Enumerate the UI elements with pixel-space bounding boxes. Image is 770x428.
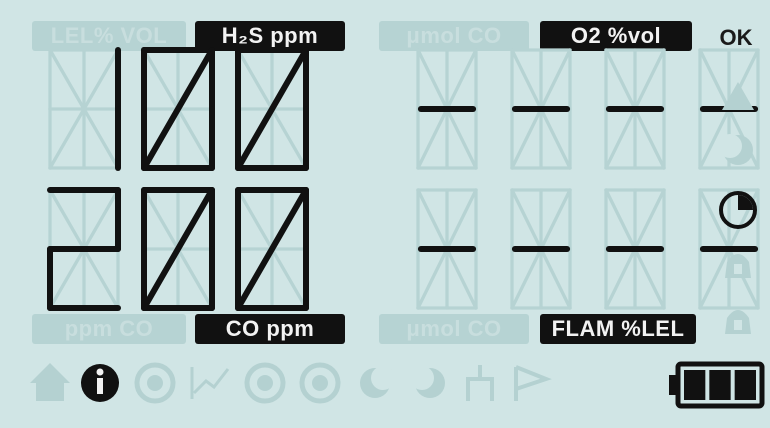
- trend-icon: [190, 367, 230, 399]
- digit-cell: [141, 187, 215, 311]
- lcd-screen: LEL% VOL H₂S ppm μmol CO O2 %vol ppm CO …: [0, 0, 770, 428]
- row1-secondary-value: [416, 48, 760, 170]
- digit-cell: [604, 188, 666, 310]
- pie-timer-icon: [719, 191, 757, 229]
- bottom-mode-icons: [30, 362, 552, 404]
- alarm-bell-outline-icon: [725, 310, 751, 334]
- digit-cell: [604, 48, 666, 170]
- digit-cell: [416, 188, 478, 310]
- info-icon: [81, 364, 119, 402]
- lcd-segments: [30, 47, 765, 409]
- calibration-c-icon: [299, 362, 341, 404]
- row1-main-value: [48, 47, 309, 171]
- home-icon: [30, 363, 70, 401]
- digit-cell: [416, 48, 478, 170]
- battery-bar: [684, 370, 706, 400]
- digit-cell: [235, 187, 309, 311]
- battery-terminal: [669, 375, 678, 395]
- battery-bar: [734, 370, 756, 400]
- row2-main-value: [47, 187, 309, 311]
- half-moon-icon: [718, 134, 753, 165]
- bump-b-icon: [244, 362, 286, 404]
- digit-cell: [235, 47, 309, 171]
- moon-right-icon: [410, 366, 445, 398]
- battery-bar: [709, 370, 731, 400]
- battery-icon: [669, 361, 765, 409]
- digit-cell: [48, 47, 121, 171]
- digit-cell: [47, 187, 121, 311]
- zero-icon: [134, 362, 176, 404]
- moon-left-icon: [360, 366, 395, 398]
- digit-cell: [141, 47, 215, 171]
- row2-secondary-value: [416, 188, 760, 310]
- pump-icon: [466, 365, 494, 401]
- flag-icon: [514, 365, 552, 401]
- digit-cell: [510, 188, 572, 310]
- digit-cell: [510, 48, 572, 170]
- warning-icon: [722, 82, 754, 110]
